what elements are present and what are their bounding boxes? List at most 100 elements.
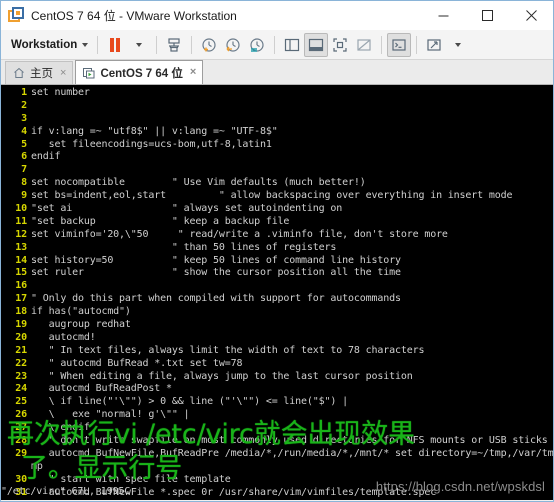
vim-line: 23 " When editing a file, always jump to… xyxy=(1,371,553,384)
vim-line-number: 22 xyxy=(15,357,27,369)
vm-play-icon xyxy=(83,67,95,79)
vim-line: 22 " autocmd BufRead *.txt set tw=78 xyxy=(1,358,553,371)
vim-line: 27 \ endif xyxy=(1,422,553,435)
minimize-button[interactable] xyxy=(421,1,465,30)
vim-line: 8 set nocompatible " Use Vim defaults (mu… xyxy=(1,177,553,190)
unity-mode-button[interactable] xyxy=(352,33,376,57)
vim-line-number: 9 xyxy=(21,190,27,202)
vim-line-text: if v:lang =~ "utf8$" || v:lang =~ "UTF-8… xyxy=(31,125,278,137)
take-snapshot-button[interactable] xyxy=(197,33,221,57)
snapshot-manager-icon xyxy=(168,37,180,52)
toolbar-divider xyxy=(274,35,276,54)
vim-line-number: 27 xyxy=(15,422,27,434)
vim-line-text: set history=50 " keep 50 lines of comman… xyxy=(31,254,401,266)
pause-dropdown-button[interactable] xyxy=(127,33,151,57)
vim-line-number: 32 xyxy=(1,500,27,501)
vim-line-number: 18 xyxy=(15,306,27,318)
vim-line-number: 26 xyxy=(15,409,27,421)
vim-line: 9 set bs=indent,eol,start " allow backspa… xyxy=(1,190,553,203)
maximize-button[interactable] xyxy=(465,1,509,30)
vim-line-text: augroup redhat xyxy=(31,319,131,331)
toolbar-divider xyxy=(381,35,383,54)
tab-home-close-icon[interactable]: × xyxy=(60,67,66,79)
pause-icon xyxy=(110,37,121,52)
vim-line: 5 set fileencodings=ucs-bom,utf-8,latin1 xyxy=(1,139,553,152)
snapshot-manager-button[interactable] xyxy=(245,33,269,57)
vim-line: 15 set ruler " show the cursor position a… xyxy=(1,267,553,280)
vim-line: 12 set viminfo='20,\"50 " read/write a .v… xyxy=(1,229,553,242)
vim-line-number: 17 xyxy=(15,293,27,305)
vim-line-text: \ if line("'\"") > 0 && line ("'\"") <= … xyxy=(31,396,349,408)
vim-line-text: "set ai " always set autoindenting on xyxy=(31,203,343,215)
vim-line: 17 " Only do this part when compiled with… xyxy=(1,293,553,306)
revert-snapshot-button[interactable] xyxy=(221,33,245,57)
vim-line-number: 7 xyxy=(21,164,27,176)
close-button[interactable] xyxy=(509,1,553,30)
vim-line: 26 \ exe "normal! g'\"" | xyxy=(1,409,553,422)
show-thumbnails-button[interactable] xyxy=(304,32,329,57)
vim-line-number: 8 xyxy=(21,177,27,189)
vim-line-text: " Only do this part when compiled with s… xyxy=(31,293,401,305)
vim-line-number: 4 xyxy=(21,125,27,137)
window-controls xyxy=(421,1,553,30)
vim-line: 7 xyxy=(1,164,553,177)
vim-line-number: 30 xyxy=(15,473,27,485)
fullscreen-button[interactable] xyxy=(328,33,352,57)
vim-line: 19 augroup redhat xyxy=(1,319,553,332)
vm-tab-bar: 主页 × CentOS 7 64 位 × xyxy=(1,60,553,85)
stretch-guest-button[interactable] xyxy=(422,33,446,57)
vim-line-text: \ endif xyxy=(31,422,90,434)
main-toolbar: Workstation xyxy=(1,30,553,60)
tab-centos-close-icon[interactable]: × xyxy=(190,67,196,78)
vim-line-number: 29 xyxy=(15,447,27,459)
library-panel-icon xyxy=(285,38,300,51)
vim-line: mp xyxy=(1,461,553,474)
workstation-menu-label: Workstation xyxy=(11,38,78,51)
vim-line-number: 23 xyxy=(15,370,27,382)
manage-snapshots-button[interactable] xyxy=(162,33,186,57)
vm-console-terminal[interactable]: 1 set number 2 3 4 if v:lang =~ "utf8$" || v:… xyxy=(1,85,553,500)
vim-line: 25 \ if line("'\"") > 0 && line ("'\"") … xyxy=(1,396,553,409)
thumbnail-bar-icon xyxy=(309,38,324,51)
vim-buffer: 1 set number 2 3 4 if v:lang =~ "utf8$" || v:… xyxy=(1,87,553,500)
vmware-app-icon xyxy=(8,7,25,24)
tab-home[interactable]: 主页 × xyxy=(5,61,74,84)
home-icon xyxy=(13,67,25,79)
vim-line: 13 " than 50 lines of registers xyxy=(1,242,553,255)
vim-line-text: set bs=indent,eol,start " allow backspac… xyxy=(31,190,513,202)
vim-line-number: 2 xyxy=(21,99,27,111)
tab-centos[interactable]: CentOS 7 64 位 × xyxy=(75,60,204,84)
vim-line-number: 15 xyxy=(15,267,27,279)
console-view-button[interactable] xyxy=(387,32,412,57)
vim-line-text: " than 50 lines of registers xyxy=(31,241,337,253)
workstation-menu-button[interactable]: Workstation xyxy=(7,36,92,54)
vim-line: 18 if has("autocmd") xyxy=(1,306,553,319)
vim-line: 24 autocmd BufReadPost * xyxy=(1,383,553,396)
vim-line-number: 25 xyxy=(15,396,27,408)
vim-line: 32 augroup END xyxy=(1,500,553,501)
vim-line-text: " In text files, always limit the width … xyxy=(31,344,425,356)
show-library-button[interactable] xyxy=(280,33,304,57)
vim-line-text: augroup END xyxy=(31,500,114,501)
vim-line-text: " don't write swapfile on most commonly … xyxy=(31,435,548,447)
vim-line-number: 20 xyxy=(15,331,27,343)
vim-line: 29 autocmd BufNewFile,BufReadPre /media/… xyxy=(1,448,553,461)
vim-line-text: set ruler " show the cursor position all… xyxy=(31,267,401,279)
vim-line-number: 12 xyxy=(15,228,27,240)
vim-line: 21 " In text files, always limit the wid… xyxy=(1,345,553,358)
vim-line: 3 xyxy=(1,113,553,126)
vim-line: 28 " don't write swapfile on most common… xyxy=(1,435,553,448)
vim-status-line: "/etc/virc" 67L, 1995C xyxy=(1,486,131,498)
vim-line-number: 16 xyxy=(15,280,27,292)
vim-line: 14 set history=50 " keep 50 lines of comm… xyxy=(1,255,553,268)
pause-vm-button[interactable] xyxy=(103,33,127,57)
vim-line-text: autocmd BufNewFile,BufReadPre /media/*,/… xyxy=(31,447,553,459)
stretch-arrows-icon xyxy=(427,38,441,51)
vim-line-text: if has("autocmd") xyxy=(31,306,131,318)
stretch-dropdown-button[interactable] xyxy=(446,33,470,57)
vim-line-number: 10 xyxy=(15,203,27,215)
vim-line: 10 "set ai " always set autoindenting on xyxy=(1,203,553,216)
vim-line: 4 if v:lang =~ "utf8$" || v:lang =~ "UTF-… xyxy=(1,126,553,139)
vmware-workstation-window: CentOS 7 64 位 - VMware Workstation Works… xyxy=(0,0,554,502)
vim-line-number: 21 xyxy=(15,344,27,356)
